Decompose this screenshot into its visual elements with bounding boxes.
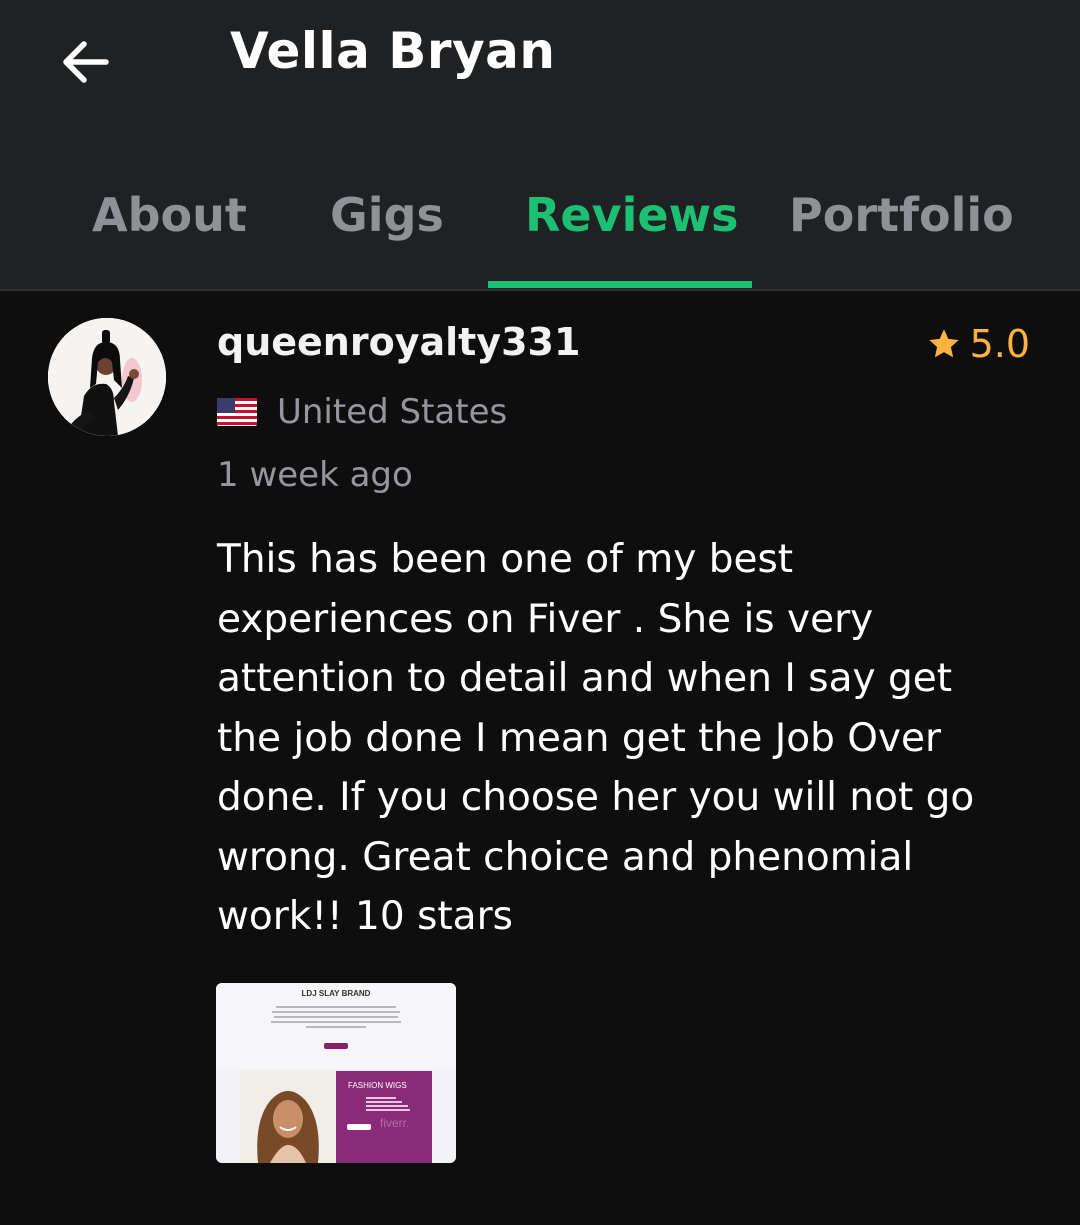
back-button[interactable] <box>52 30 116 94</box>
thumbnail-watermark: fiverr. <box>380 1116 410 1130</box>
tab-reviews[interactable]: Reviews <box>525 188 738 242</box>
star-icon <box>928 329 959 358</box>
thumbnail-model-photo <box>240 1071 336 1163</box>
country-name: United States <box>277 392 508 432</box>
tab-gigs[interactable]: Gigs <box>330 188 444 242</box>
reviewer-avatar[interactable] <box>48 318 166 436</box>
rating-value: 5.0 <box>969 322 1030 366</box>
profile-tabs: About Gigs Reviews Portfolio <box>0 160 1080 289</box>
page-title: Vella Bryan <box>230 22 556 80</box>
avatar-image <box>48 318 166 436</box>
arrow-left-icon <box>63 41 109 83</box>
us-flag-icon <box>217 398 257 426</box>
tab-about[interactable]: About <box>92 188 247 242</box>
thumbnail-brand-text: LDJ SLAY BRAND <box>301 989 371 998</box>
thumbnail-panel-title: FASHION WIGS <box>348 1081 407 1090</box>
thumbnail-panel-lines <box>366 1095 410 1113</box>
active-tab-indicator <box>488 281 752 288</box>
review-text: This has been one of my best experiences… <box>217 537 975 939</box>
top-app-bar: Vella Bryan About Gigs Reviews Portfolio <box>0 0 1080 289</box>
review-rating: 5.0 <box>926 322 1030 366</box>
thumbnail-cta <box>324 1043 348 1049</box>
review-timestamp: 1 week ago <box>217 455 413 495</box>
header-divider <box>0 289 1080 291</box>
thumbnail-panel-button <box>347 1124 371 1130</box>
thumbnail-body-lines <box>266 1003 406 1031</box>
review-attachment-thumbnail[interactable]: LDJ SLAY BRAND FASHION WIGS fiverr. <box>216 983 456 1163</box>
reviewer-username[interactable]: queenroyalty331 <box>217 320 580 364</box>
reviewer-country: United States <box>217 392 507 432</box>
tab-portfolio[interactable]: Portfolio <box>789 188 1014 242</box>
